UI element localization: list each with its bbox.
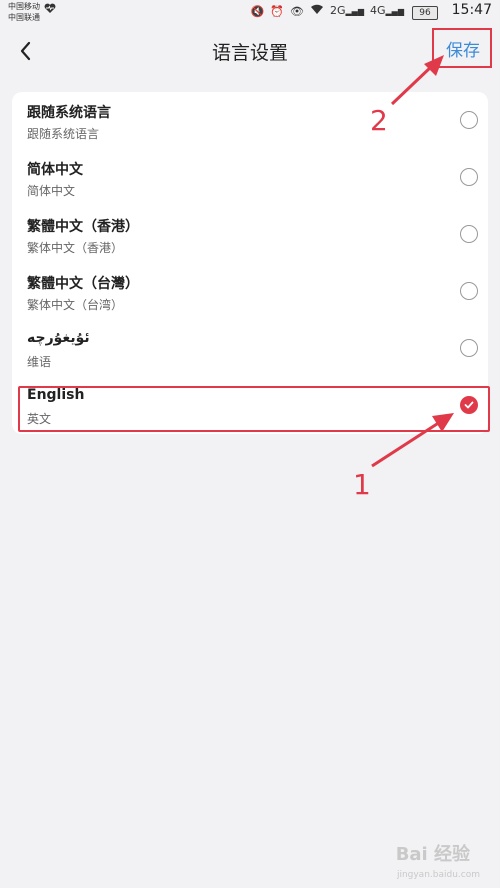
annotation-step-2: 2 <box>370 104 388 137</box>
arrow-to-save <box>390 55 444 106</box>
watermark-logo: Bai 经验 <box>395 844 470 865</box>
watermark-url: jingyan.baidu.com <box>396 870 480 880</box>
annotation-arrows <box>371 55 454 468</box>
annotation-step-1: 1 <box>353 468 371 501</box>
arrow-to-english <box>371 413 454 468</box>
